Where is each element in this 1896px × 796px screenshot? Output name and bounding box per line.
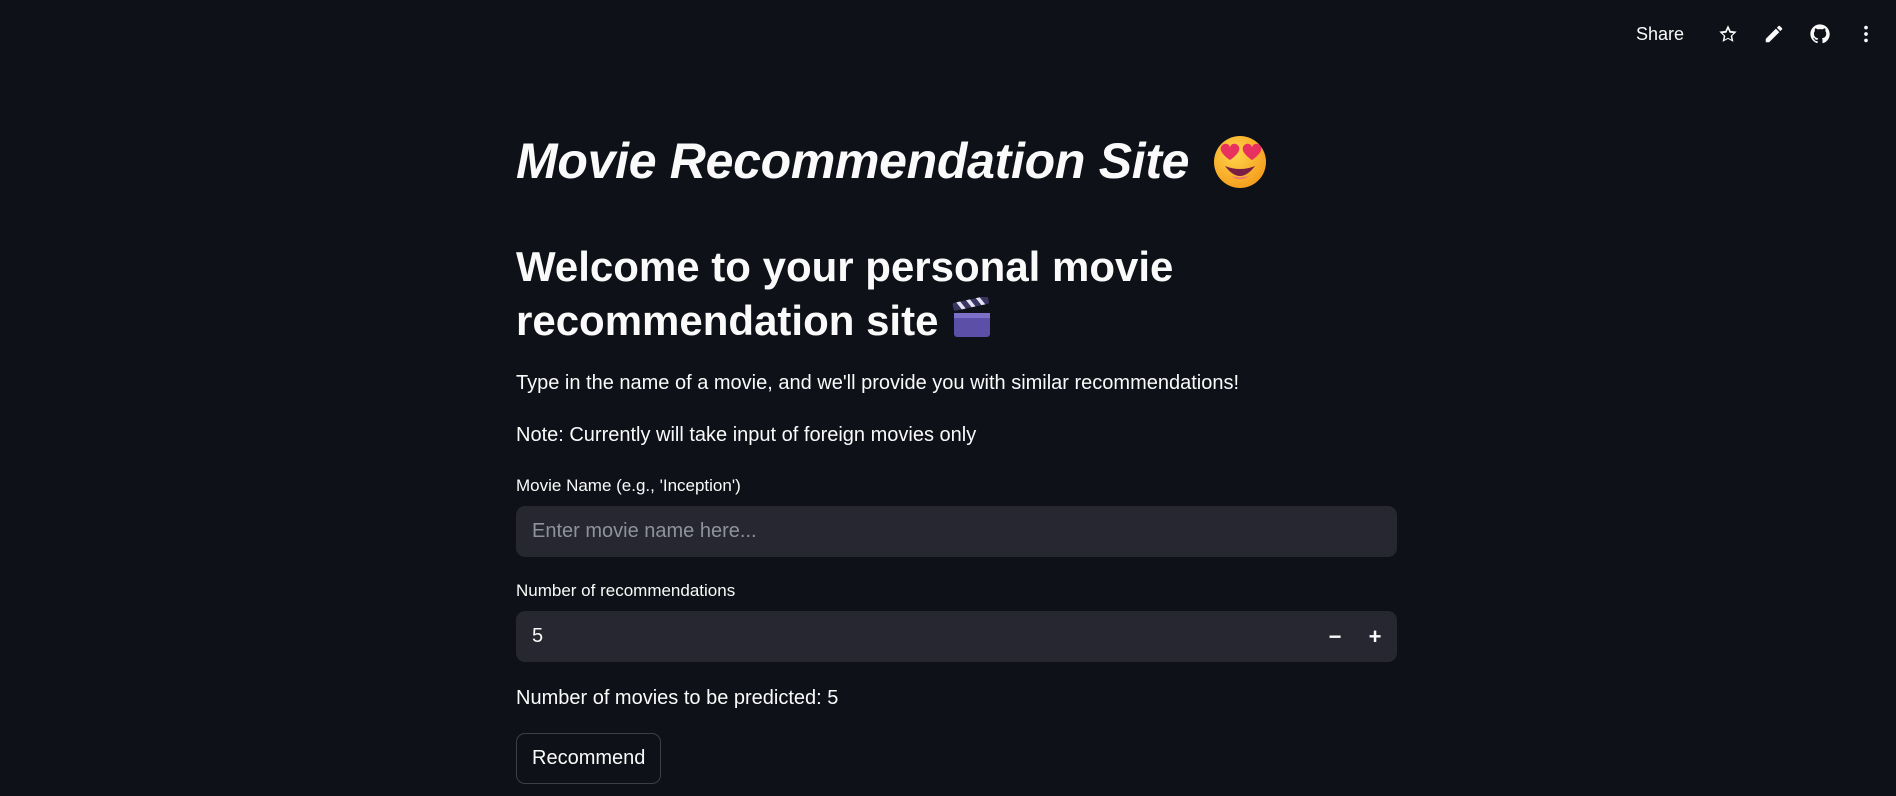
welcome-heading-line2: recommendation site — [516, 297, 939, 344]
github-icon[interactable] — [1808, 22, 1832, 46]
top-toolbar: Share — [1636, 18, 1878, 50]
welcome-heading: Welcome to your personal movie recommend… — [516, 240, 1216, 348]
movie-name-label: Movie Name (e.g., 'Inception') — [516, 476, 741, 495]
movie-name-input[interactable] — [516, 506, 1397, 557]
description-text: Type in the name of a movie, and we'll p… — [516, 372, 1240, 394]
page-title: Movie Recommendation Site — [516, 132, 1269, 190]
welcome-heading-line1: Welcome to your personal movie — [516, 243, 1174, 290]
decrement-button[interactable]: − — [1315, 611, 1355, 662]
note-text: Note: Currently will take input of forei… — [516, 424, 977, 446]
predicted-count-text: Number of movies to be predicted: 5 — [516, 687, 839, 709]
recommendations-count-input[interactable]: 5 — [516, 625, 1315, 648]
more-vertical-icon[interactable] — [1854, 22, 1878, 46]
recommend-button[interactable]: Recommend — [516, 733, 662, 784]
recommendations-count-stepper: 5 − + — [516, 611, 1397, 662]
heart-eyes-emoji-icon — [1211, 132, 1269, 190]
share-button[interactable]: Share — [1636, 24, 1684, 45]
page-title-text: Movie Recommendation Site — [516, 133, 1190, 189]
increment-button[interactable]: + — [1355, 611, 1395, 662]
pencil-icon[interactable] — [1762, 22, 1786, 46]
recommendations-count-label: Number of recommendations — [516, 581, 736, 600]
star-icon[interactable] — [1716, 22, 1740, 46]
clapper-board-icon — [950, 295, 994, 341]
